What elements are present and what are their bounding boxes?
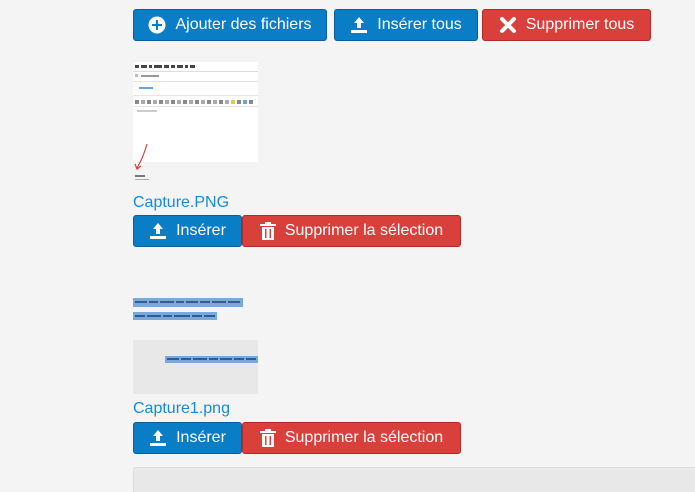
delete-selection-label: Supprimer la sélection <box>284 429 444 446</box>
content-panel <box>133 467 695 492</box>
upload-icon <box>149 222 167 240</box>
file-name-link[interactable]: Capture1.png <box>133 400 230 418</box>
insert-all-button[interactable]: Insérer tous <box>334 9 478 41</box>
insert-all-label: Insérer tous <box>377 16 462 33</box>
upload-icon <box>350 16 368 34</box>
insert-button[interactable]: Insérer <box>133 215 242 247</box>
file-thumbnail[interactable] <box>133 298 258 394</box>
add-files-label: Ajouter des fichiers <box>175 16 312 33</box>
upload-icon <box>149 429 167 447</box>
delete-selection-button[interactable]: Supprimer la sélection <box>242 215 461 247</box>
close-icon <box>499 16 517 34</box>
delete-selection-button[interactable]: Supprimer la sélection <box>242 422 461 454</box>
delete-selection-label: Supprimer la sélection <box>284 222 444 239</box>
file-thumbnail[interactable] <box>133 62 258 186</box>
trash-icon <box>259 429 276 447</box>
file-name-link[interactable]: Capture.PNG <box>133 194 229 212</box>
trash-icon <box>259 222 276 240</box>
insert-button[interactable]: Insérer <box>133 422 242 454</box>
insert-label: Insérer <box>176 429 226 446</box>
plus-circle-icon <box>148 16 166 34</box>
insert-label: Insérer <box>176 222 226 239</box>
add-files-button[interactable]: Ajouter des fichiers <box>133 9 327 41</box>
delete-all-label: Supprimer tous <box>525 16 635 33</box>
delete-all-button[interactable]: Supprimer tous <box>482 9 651 41</box>
